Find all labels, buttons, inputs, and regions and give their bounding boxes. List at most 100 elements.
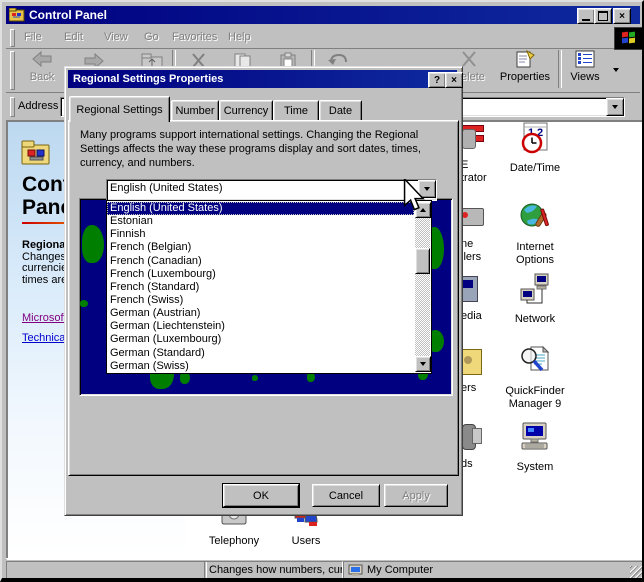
- list-item[interactable]: Estonian: [107, 215, 414, 228]
- list-item[interactable]: English (United States): [107, 202, 414, 215]
- ok-button[interactable]: OK: [223, 484, 299, 507]
- dialog-help-button[interactable]: ?: [428, 72, 446, 88]
- icon-fragment-label: ers: [461, 382, 476, 395]
- icon-internet-options[interactable]: Internet Options: [500, 200, 570, 267]
- views-button[interactable]: Views: [562, 50, 608, 90]
- icon-label: QuickFinder: [500, 385, 570, 398]
- address-dropdown-button[interactable]: [606, 98, 624, 116]
- scroll-down-icon: [420, 362, 426, 366]
- icon-label-line2: Manager 9: [500, 398, 570, 411]
- views-icon: [572, 50, 598, 68]
- scroll-down-button[interactable]: [415, 356, 431, 372]
- dialog-title: Regional Settings Properties: [73, 73, 223, 85]
- close-icon: ×: [619, 11, 625, 22]
- dialog-close-button[interactable]: ×: [445, 72, 463, 88]
- back-label: Back: [16, 71, 68, 83]
- menu-view[interactable]: View: [104, 31, 128, 43]
- list-item[interactable]: German (Austrian): [107, 307, 414, 320]
- cancel-button[interactable]: Cancel: [312, 484, 380, 507]
- menu-favorites[interactable]: Favorites: [172, 31, 217, 43]
- dialog-titlebar[interactable]: Regional Settings Properties ? ×: [68, 70, 457, 88]
- icon-label: Telephony: [199, 535, 269, 548]
- window-title: Control Panel: [29, 8, 107, 22]
- status-panel-left: [6, 561, 207, 580]
- date-time-icon: 1 2: [518, 121, 552, 155]
- system-icon: [518, 420, 552, 454]
- map-landmass: [82, 225, 104, 263]
- mouse-cursor-icon: [402, 179, 426, 213]
- views-dropdown-chevron-icon[interactable]: [613, 68, 619, 72]
- icon-fragment-label: Etrator: [461, 159, 487, 185]
- icon-label: System: [500, 461, 570, 474]
- help-icon: ?: [434, 75, 440, 86]
- control-panel-window: Control Panel × File Edit View Go Favori…: [0, 0, 644, 582]
- icon-fragment-label: nellers: [461, 238, 481, 264]
- minimize-button[interactable]: [577, 8, 595, 24]
- status-zone-label: My Computer: [367, 562, 433, 578]
- dialog-description: Many programs support international sett…: [80, 128, 450, 170]
- webview-selected-heading: Regional: [22, 239, 68, 251]
- menu-help[interactable]: Help: [228, 31, 251, 43]
- tab-currency[interactable]: Currency: [219, 100, 273, 122]
- close-icon: ×: [451, 75, 457, 86]
- status-hint: Changes how numbers, currencies, d: [204, 561, 343, 580]
- icon-label: Date/Time: [500, 162, 570, 175]
- icon-label: Network: [500, 313, 570, 326]
- scrollbar-thumb[interactable]: [415, 248, 430, 274]
- language-dropdown-list[interactable]: English (United States) Estonian Finnish…: [106, 200, 432, 374]
- webview-desc-line3: times are: [22, 274, 67, 286]
- icon-network[interactable]: Network: [500, 272, 570, 326]
- list-item[interactable]: French (Canadian): [107, 255, 414, 268]
- list-item[interactable]: German (Liechtenstein): [107, 320, 414, 333]
- properties-label: Properties: [496, 71, 554, 83]
- menu-edit[interactable]: Edit: [64, 31, 83, 43]
- menu-file[interactable]: File: [24, 31, 42, 43]
- menu-go[interactable]: Go: [144, 31, 159, 43]
- internet-options-icon: [518, 200, 552, 234]
- maximize-button[interactable]: [594, 8, 612, 24]
- tab-number[interactable]: Number: [171, 100, 219, 122]
- apply-button[interactable]: Apply: [384, 484, 448, 507]
- icon-date-time[interactable]: 1 2 Date/Time: [500, 121, 570, 175]
- close-button[interactable]: ×: [613, 8, 631, 24]
- list-item[interactable]: French (Swiss): [107, 294, 414, 307]
- resize-grip[interactable]: [630, 566, 642, 578]
- tab-regional-settings[interactable]: Regional Settings: [69, 96, 170, 122]
- list-item[interactable]: German (Standard): [107, 347, 414, 360]
- icon-label: Users: [271, 535, 341, 548]
- list-item[interactable]: Finnish: [107, 228, 414, 241]
- list-item[interactable]: German (Swiss): [107, 360, 414, 373]
- tab-date[interactable]: Date: [319, 100, 362, 122]
- list-item[interactable]: French (Luxembourg): [107, 268, 414, 281]
- properties-icon: [513, 50, 537, 68]
- views-label: Views: [562, 71, 608, 83]
- webview-link-microsoft[interactable]: Microsoft: [22, 312, 67, 324]
- icon-quickfinder[interactable]: QuickFinder Manager 9: [500, 344, 570, 411]
- icon-system[interactable]: System: [500, 420, 570, 474]
- control-panel-big-folder-icon: [21, 138, 51, 168]
- list-item[interactable]: French (Belgian): [107, 241, 414, 254]
- properties-button[interactable]: Properties: [496, 50, 554, 90]
- language-combobox[interactable]: English (United States): [106, 179, 437, 201]
- status-bar: Changes how numbers, currencies, d My Co…: [6, 558, 640, 581]
- address-label: Address: [18, 100, 58, 112]
- status-zone-panel: My Computer: [343, 561, 644, 580]
- list-scrollbar[interactable]: [415, 202, 430, 370]
- menu-bar: File Edit View Go Favorites Help: [6, 26, 640, 49]
- menubar-grip[interactable]: [10, 29, 15, 47]
- addressbar-grip[interactable]: [10, 97, 15, 117]
- quickfinder-icon: [518, 344, 552, 378]
- back-button[interactable]: Back: [16, 50, 68, 90]
- icon-label: Internet: [500, 241, 570, 254]
- list-item[interactable]: German (Luxembourg): [107, 333, 414, 346]
- tab-time[interactable]: Time: [273, 100, 319, 122]
- network-icon: [518, 272, 552, 306]
- control-panel-folder-icon: [9, 8, 25, 22]
- regional-settings-dialog: Regional Settings Properties ? × Regiona…: [64, 66, 463, 516]
- webview-link-technical[interactable]: Technical: [22, 332, 68, 344]
- list-item[interactable]: French (Standard): [107, 281, 414, 294]
- icon-label-line2: Options: [500, 254, 570, 267]
- back-arrow-icon: [30, 50, 54, 68]
- window-titlebar[interactable]: Control Panel ×: [6, 6, 640, 24]
- toolbar-grip[interactable]: [10, 51, 15, 90]
